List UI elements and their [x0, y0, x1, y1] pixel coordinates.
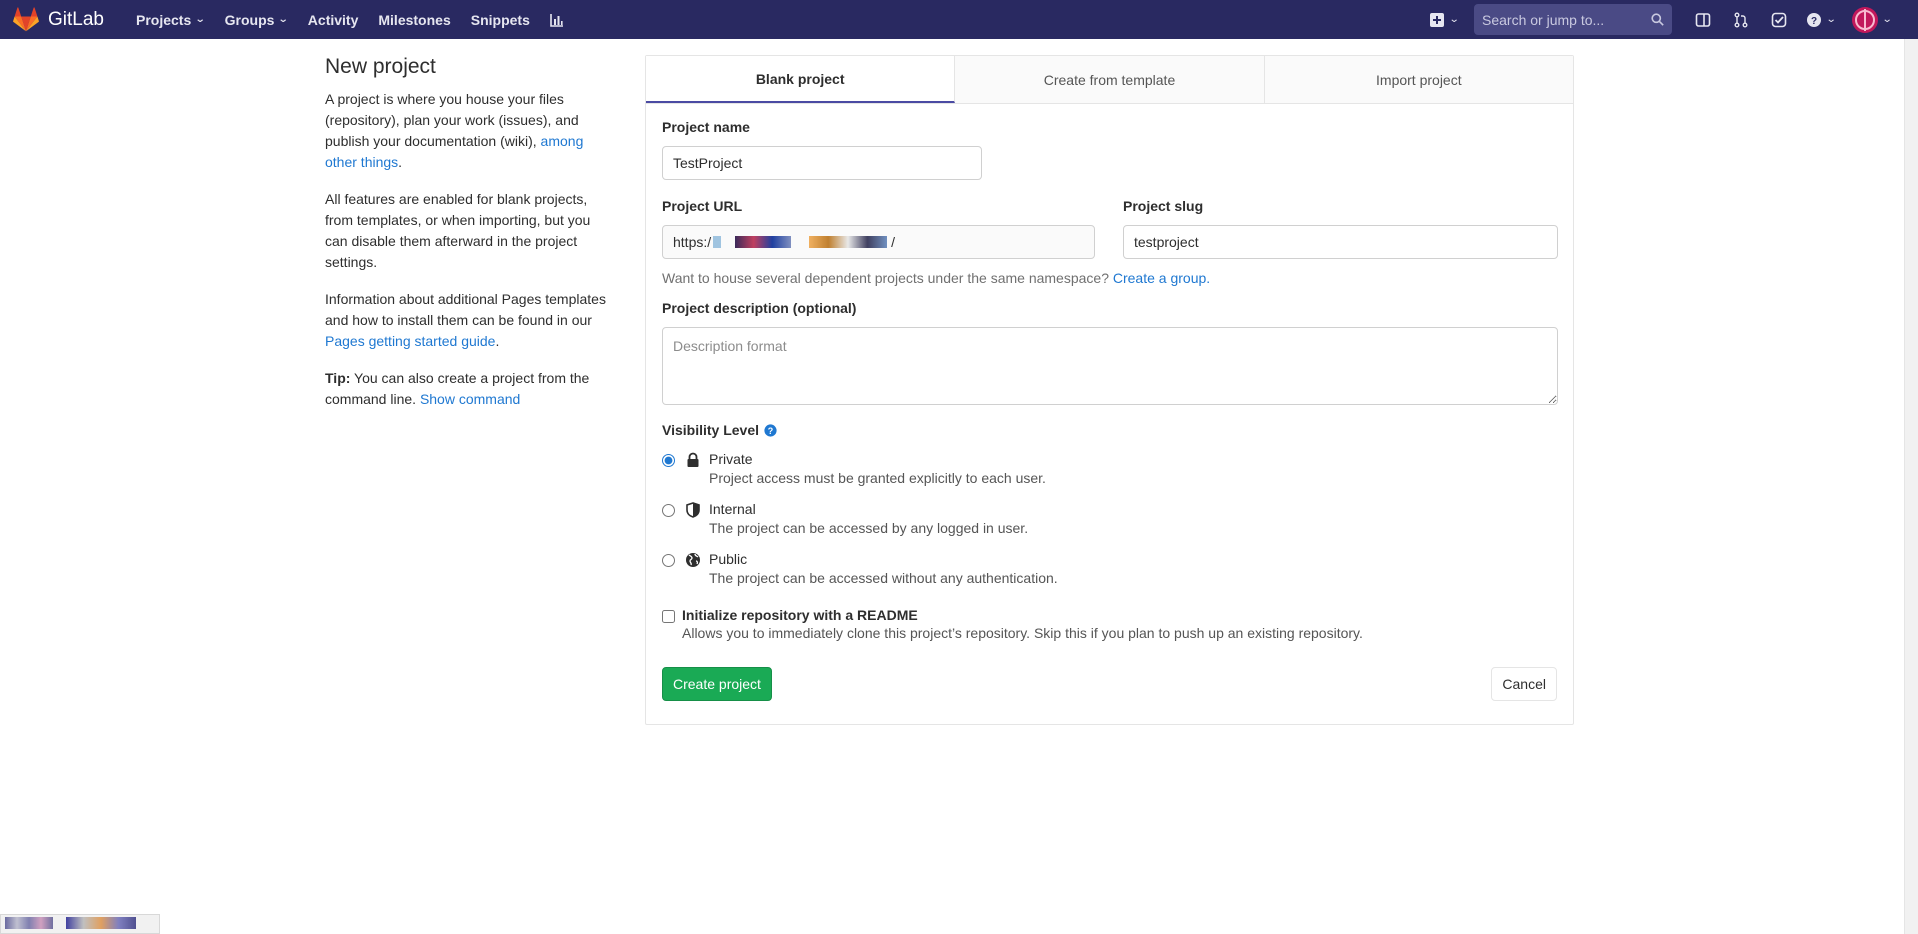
globe-icon	[685, 552, 701, 568]
visibility-internal-title: Internal	[709, 501, 756, 517]
namespace-hint-text: Want to house several dependent projects…	[662, 270, 1113, 286]
nav-snippets[interactable]: Snippets	[461, 0, 540, 39]
visibility-private-title: Private	[709, 451, 753, 467]
visibility-option-public: Public The project can be accessed witho…	[662, 550, 1058, 588]
project-description-input[interactable]	[662, 327, 1558, 405]
redacted-block	[713, 236, 722, 248]
chevron-down-icon: ⌄	[1449, 14, 1460, 25]
chevron-down-icon: ⌄	[1882, 14, 1893, 25]
intro-tip: Tip: You can also create a project from …	[325, 368, 615, 410]
new-item-dropdown[interactable]: ⌄	[1420, 0, 1468, 39]
redacted-block	[809, 236, 888, 248]
intro-paragraph-3: Information about additional Pages templ…	[325, 289, 615, 352]
redacted-block	[735, 236, 792, 248]
merge-request-icon	[1734, 12, 1748, 27]
project-url-label: Project URL	[662, 198, 743, 214]
browser-status-bar	[0, 914, 160, 934]
pages-text: Information about additional Pages templ…	[325, 291, 606, 328]
visibility-label: Visibility Level	[662, 422, 760, 438]
project-slug-label: Project slug	[1123, 198, 1204, 214]
project-slug-input[interactable]	[1123, 225, 1558, 259]
readme-desc: Allows you to immediately clone this pro…	[682, 625, 1363, 641]
create-group-link[interactable]: Create a group.	[1113, 270, 1210, 286]
tab-blank-project[interactable]: Blank project	[646, 56, 956, 103]
url-slash: /	[891, 234, 896, 250]
nav-groups-label: Groups	[224, 11, 275, 28]
intro-paragraph-1: A project is where you house your files …	[325, 89, 615, 173]
chevron-down-icon: ⌄	[1826, 14, 1837, 25]
lock-icon	[685, 452, 701, 468]
readme-option: Initialize repository with a README Allo…	[662, 607, 1363, 641]
cancel-button[interactable]: Cancel	[1491, 667, 1557, 701]
gitlab-home-link[interactable]: GitLab	[12, 0, 104, 39]
create-project-button[interactable]: Create project	[662, 667, 772, 701]
help-circle-icon[interactable]: ?	[764, 423, 777, 437]
svg-text:?: ?	[1811, 16, 1817, 27]
chevron-down-icon: ⌄	[194, 14, 206, 25]
nav-activity[interactable]: Activity	[298, 0, 369, 39]
project-name-label: Project name	[662, 119, 750, 135]
search-box[interactable]	[1474, 4, 1672, 35]
gitlab-logo-icon	[13, 6, 39, 31]
visibility-public-title: Public	[709, 551, 748, 567]
intro-sidebar: New project A project is where you house…	[325, 56, 615, 426]
visibility-option-internal: Internal The project can be accessed by …	[662, 500, 1028, 538]
redacted-block	[5, 917, 53, 930]
issues-button[interactable]	[1684, 0, 1722, 39]
project-url-value: https:/	[673, 234, 712, 250]
tip-label: Tip:	[325, 370, 351, 386]
page-scrollbar[interactable]	[1904, 39, 1918, 934]
chevron-down-icon: ⌄	[278, 14, 290, 25]
plus-square-icon	[1430, 12, 1445, 27]
tab-create-from-template[interactable]: Create from template	[955, 56, 1265, 103]
visibility-internal-radio[interactable]	[662, 504, 675, 517]
redacted-block	[66, 917, 137, 930]
project-tabs: Blank project Create from template Impor…	[646, 56, 1573, 104]
visibility-public-radio[interactable]	[662, 554, 675, 567]
svg-text:?: ?	[768, 425, 773, 435]
visibility-public-desc: The project can be accessed without any …	[709, 570, 1058, 586]
project-name-input[interactable]	[662, 146, 982, 180]
chart-icon	[550, 13, 563, 27]
new-project-panel: Blank project Create from template Impor…	[645, 55, 1574, 725]
namespace-hint: Want to house several dependent projects…	[662, 270, 1210, 286]
todo-check-icon	[1771, 12, 1787, 27]
intro-paragraph-2: All features are enabled for blank proje…	[325, 191, 591, 270]
page-title: New project	[325, 55, 436, 78]
todos-button[interactable]	[1760, 0, 1798, 39]
brand-name: GitLab	[48, 8, 104, 30]
nav-projects[interactable]: Projects ⌄	[126, 0, 215, 39]
user-menu[interactable]: ⌄	[1844, 0, 1900, 39]
nav-milestones[interactable]: Milestones	[368, 0, 460, 39]
description-label: Project description (optional)	[662, 300, 857, 316]
show-command-link[interactable]: Show command	[420, 391, 520, 407]
visibility-level-heading: Visibility Level ?	[662, 422, 777, 438]
visibility-internal-desc: The project can be accessed by any logge…	[709, 520, 1029, 536]
readme-checkbox[interactable]	[662, 610, 675, 623]
intro-text-end: .	[398, 154, 403, 170]
pages-text-end: .	[495, 333, 500, 349]
nav-groups[interactable]: Groups ⌄	[215, 0, 298, 39]
merge-requests-button[interactable]	[1722, 0, 1760, 39]
sidebar-panel-icon	[1695, 12, 1711, 27]
search-input[interactable]	[1482, 11, 1642, 28]
pages-guide-link[interactable]: Pages getting started guide	[325, 333, 495, 349]
visibility-private-radio[interactable]	[662, 454, 675, 467]
nav-projects-label: Projects	[135, 11, 192, 28]
avatar	[1852, 6, 1879, 33]
help-icon: ?	[1807, 12, 1822, 27]
visibility-private-desc: Project access must be granted explicitl…	[709, 470, 1046, 486]
readme-label: Initialize repository with a README	[682, 607, 918, 623]
top-navbar: GitLab Projects ⌄ Groups ⌄ Activity Milest…	[0, 0, 1918, 39]
tab-import-project[interactable]: Import project	[1265, 56, 1573, 103]
search-icon	[1651, 13, 1664, 26]
visibility-option-private: Private Project access must be granted e…	[662, 450, 1046, 488]
shield-icon	[685, 502, 701, 518]
nav-analytics[interactable]	[540, 0, 574, 39]
new-project-form: Project name Project URL https:/ / Proje…	[646, 104, 1573, 724]
project-url-field: https:/ /	[662, 225, 1095, 259]
help-dropdown[interactable]: ? ⌄	[1798, 0, 1844, 39]
